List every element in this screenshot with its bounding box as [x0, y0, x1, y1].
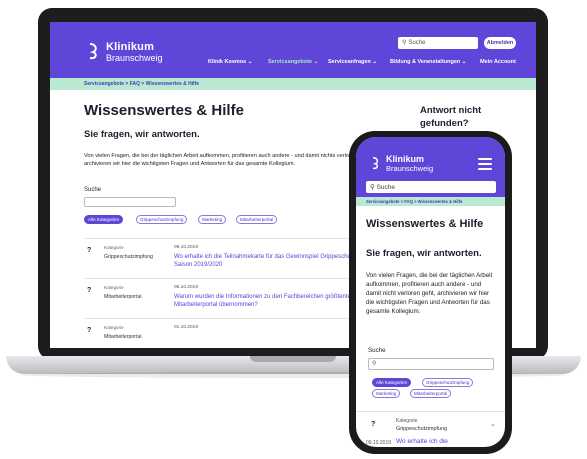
phone-screen: Klinikum Braunschweig ⚲ Suche Servicsang…: [356, 137, 505, 447]
intro-text: Von vielen Fragen, die bei der täglichen…: [366, 272, 493, 315]
faq-date: 06.10.2019: [174, 285, 199, 290]
chevron-down-icon[interactable]: ⌄: [490, 420, 496, 428]
category-label: Kategorie: [104, 285, 124, 290]
header-search-input[interactable]: ⚲ Suche: [398, 37, 478, 49]
klinikum-logo-icon: [89, 43, 97, 60]
account-button[interactable]: Abmelden: [484, 37, 516, 49]
hamburger-menu-icon[interactable]: [478, 158, 492, 170]
intro-text: Von vielen Fragen, die bei der täglichen…: [84, 153, 372, 167]
mobile-header: Klinikum Braunschweig ⚲ Suche: [356, 137, 505, 197]
category-label: Kategorie: [396, 418, 418, 424]
logo-text-klinikum[interactable]: Klinikum: [386, 154, 424, 164]
chip-grippeschutzimpfung[interactable]: Grippeschutzimpfung: [422, 378, 474, 387]
chip-marketing[interactable]: Marketing: [372, 389, 401, 398]
table-row[interactable]: ? Kategorie Grippeschutzimpfung ⌄ 09.10.…: [356, 411, 505, 447]
table-row[interactable]: ? Kategorie Mitarbeiterportal 01.10.2019…: [84, 318, 384, 348]
chip-mitarbeiterportal[interactable]: Mitarbeiterportal: [236, 215, 278, 224]
category-label: Kategorie: [104, 245, 124, 250]
nav-serviceangebote[interactable]: Servicsangebote ⌄: [268, 59, 318, 65]
question-mark-icon: ?: [87, 287, 92, 294]
logo-text-braunschweig[interactable]: Braunschweig: [106, 53, 163, 63]
nav-mein-account[interactable]: Mein Account: [480, 59, 516, 65]
search-icon: ⚲: [370, 184, 377, 191]
mobile-search-input[interactable]: ⚲ Suche: [366, 181, 496, 193]
table-row[interactable]: ? Kategorie Mitarbeiterportal 06.10.2019…: [84, 278, 384, 318]
question-mark-icon: ?: [371, 421, 376, 428]
faq-search-input[interactable]: ⚲: [368, 358, 494, 370]
chip-marketing[interactable]: Marketing: [198, 215, 227, 224]
chip-alle-kategorien[interactable]: Alle Kategorien: [84, 215, 124, 224]
page-subtitle: Sie fragen, wir antworten.: [366, 248, 482, 259]
faq-search-label: Suche: [368, 347, 386, 354]
question-mark-icon: ?: [87, 247, 92, 254]
site-header: Klinikum Braunschweig ⚲ Suche Abmelden Kl…: [50, 22, 536, 78]
chip-grippeschutzimpfung[interactable]: Grippeschutzimpfung: [136, 215, 188, 224]
category-label: Kategorie: [104, 325, 124, 330]
page-title: Wissenswertes & Hilfe: [84, 102, 244, 119]
logo-text-braunschweig[interactable]: Braunschweig: [386, 164, 433, 173]
faq-question-link[interactable]: Wo erhalte ich die: [396, 438, 448, 445]
faq-date: 01.10.2019: [174, 325, 199, 330]
table-row[interactable]: ? Kategorie Grippeschutzimpfung 09.10.20…: [84, 238, 384, 278]
faq-date: 09.10.2019: [366, 440, 392, 446]
nav-klinik-kosmos[interactable]: Klinik Kosmos ⌄: [208, 59, 252, 65]
search-placeholder: Suche: [408, 40, 426, 46]
logo-text-klinikum[interactable]: Klinikum: [106, 41, 154, 53]
breadcrumb[interactable]: Servicsangebote > FAQ > Wissenswertes & …: [50, 78, 536, 90]
aside-title: Antwort nicht gefunden?: [420, 105, 482, 129]
category-value: Grippeschutzimpfung: [104, 254, 154, 260]
page-title: Wissenswertes & Hilfe: [366, 218, 484, 230]
faq-date: 09.10.2019: [174, 245, 199, 250]
faq-search-input[interactable]: [84, 197, 176, 207]
chip-alle-kategorien[interactable]: Alle Kategorien: [372, 378, 412, 387]
page-subtitle: Sie fragen, wir antworten.: [84, 129, 200, 140]
search-placeholder: Suche: [376, 184, 396, 191]
category-value: Mitarbeiterportal: [104, 294, 142, 300]
chip-mitarbeiterportal[interactable]: Mitarbeiterportal: [410, 389, 452, 398]
nav-bildung[interactable]: Bildung & Veranstaltungen ⌄: [390, 59, 466, 65]
faq-search-label: Suche: [84, 187, 102, 193]
category-value: Grippeschutzimpfung: [396, 426, 447, 432]
klinikum-logo-icon: [372, 157, 379, 170]
breadcrumb[interactable]: Servicsangebote > FAQ > Wissenswertes & …: [356, 197, 505, 206]
question-mark-icon: ?: [87, 327, 92, 334]
nav-serviceanfragen[interactable]: Serviceanfragen ⌄: [328, 59, 377, 65]
search-icon: ⚲: [372, 361, 377, 367]
laptop-notch: [250, 356, 336, 362]
search-icon: ⚲: [402, 40, 407, 46]
category-value: Mitarbeiterportal: [104, 334, 142, 340]
